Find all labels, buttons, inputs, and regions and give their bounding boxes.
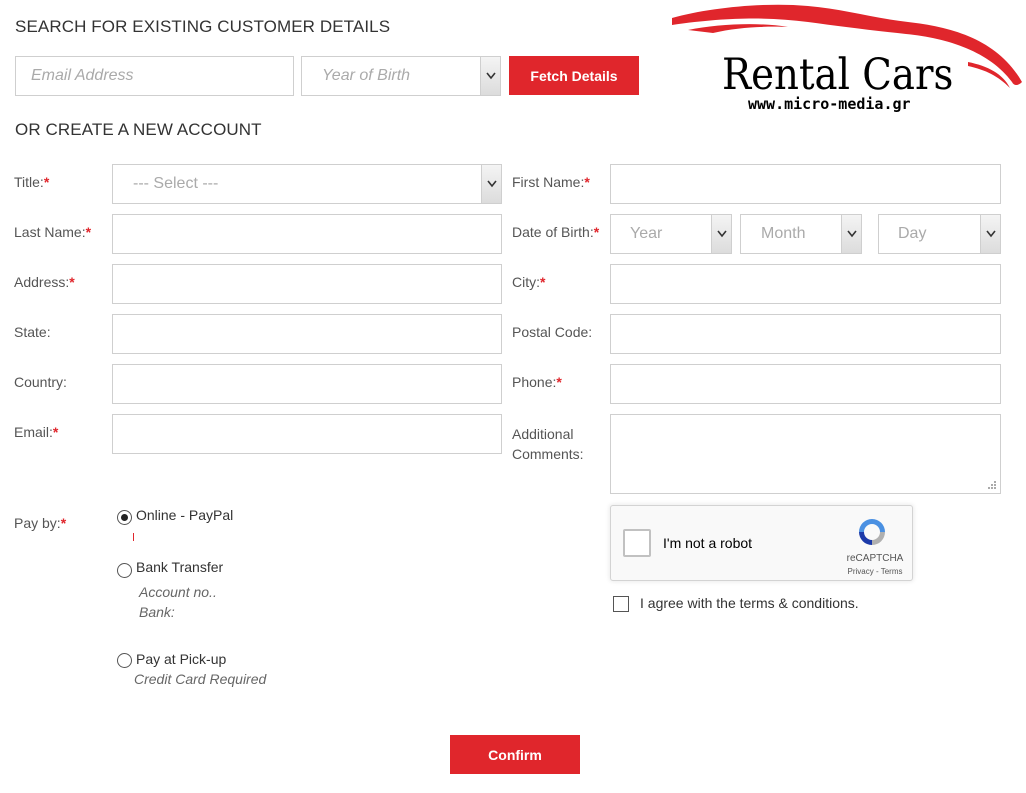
- country-label: Country:: [14, 374, 67, 390]
- paypal-option-label[interactable]: Online - PayPal: [136, 507, 233, 523]
- postal-code-input[interactable]: [610, 314, 1001, 354]
- chevron-down-icon: [711, 215, 731, 253]
- pay-by-label: Pay by:*: [14, 515, 67, 531]
- search-yob-placeholder: Year of Birth: [322, 67, 411, 84]
- last-name-label: Last Name:*: [14, 224, 92, 240]
- state-input[interactable]: [112, 314, 502, 354]
- recaptcha-label: I'm not a robot: [663, 535, 753, 551]
- country-input[interactable]: [112, 364, 502, 404]
- resize-grip-icon[interactable]: [987, 480, 997, 490]
- rental-cars-logo: Rental Cars www.micro-media.gr: [668, 0, 1026, 118]
- title-placeholder: --- Select ---: [133, 175, 219, 192]
- comments-label-line1: Additional: [512, 426, 574, 442]
- email-label: Email:*: [14, 424, 59, 440]
- bank-transfer-option-label[interactable]: Bank Transfer: [136, 559, 223, 575]
- title-label: Title:*: [14, 174, 50, 190]
- state-label: State:: [14, 324, 51, 340]
- recaptcha-checkbox[interactable]: [623, 529, 651, 557]
- fetch-details-button[interactable]: Fetch Details: [509, 56, 639, 95]
- dob-label: Date of Birth:*: [512, 224, 600, 240]
- comments-label-line2: Comments:: [512, 446, 584, 462]
- recaptcha-links[interactable]: Privacy - Terms: [839, 567, 911, 576]
- search-email-input[interactable]: Email Address: [15, 56, 294, 96]
- chevron-down-icon: [480, 57, 500, 95]
- dob-day-select[interactable]: Day: [878, 214, 1001, 254]
- bank-transfer-radio[interactable]: [117, 563, 132, 578]
- pay-at-pickup-option-label[interactable]: Pay at Pick-up: [136, 651, 226, 667]
- recaptcha-logo-icon: [859, 519, 885, 545]
- chevron-down-icon: [980, 215, 1000, 253]
- dob-year-select[interactable]: Year: [610, 214, 732, 254]
- bank-name-note: Bank:: [139, 604, 175, 620]
- comments-label: Additional Comments:: [512, 424, 584, 464]
- dob-month-select[interactable]: Month: [740, 214, 862, 254]
- terms-label[interactable]: I agree with the terms & conditions.: [640, 595, 859, 611]
- terms-checkbox[interactable]: [613, 596, 629, 612]
- logo-title: Rental Cars: [722, 50, 954, 100]
- comments-textarea[interactable]: [610, 414, 1001, 494]
- create-account-heading: OR CREATE A NEW ACCOUNT: [15, 120, 262, 139]
- bank-account-note: Account no..: [139, 584, 217, 600]
- paypal-note-mark: [133, 533, 134, 541]
- credit-card-note: Credit Card Required: [134, 671, 267, 687]
- recaptcha-widget: I'm not a robot reCAPTCHA Privacy - Term…: [610, 505, 913, 581]
- postal-code-label: Postal Code:: [512, 324, 593, 340]
- search-heading: SEARCH FOR EXISTING CUSTOMER DETAILS: [15, 17, 391, 36]
- address-label: Address:*: [14, 274, 75, 290]
- paypal-radio[interactable]: [117, 510, 132, 525]
- search-yob-select[interactable]: Year of Birth: [301, 56, 501, 96]
- address-input[interactable]: [112, 264, 502, 304]
- chevron-down-icon: [481, 165, 501, 203]
- search-email-placeholder: Email Address: [31, 67, 134, 84]
- pay-at-pickup-radio[interactable]: [117, 653, 132, 668]
- phone-input[interactable]: [610, 364, 1001, 404]
- last-name-input[interactable]: [112, 214, 502, 254]
- confirm-button[interactable]: Confirm: [450, 735, 580, 774]
- chevron-down-icon: [841, 215, 861, 253]
- email-input[interactable]: [112, 414, 502, 454]
- first-name-input[interactable]: [610, 164, 1001, 204]
- first-name-label: First Name:*: [512, 174, 590, 190]
- dob-month-placeholder: Month: [761, 225, 806, 242]
- phone-label: Phone:*: [512, 374, 562, 390]
- dob-day-placeholder: Day: [898, 225, 927, 242]
- dob-year-placeholder: Year: [630, 225, 663, 242]
- city-label: City:*: [512, 274, 546, 290]
- logo-url: www.micro-media.gr: [748, 95, 911, 113]
- recaptcha-brand: reCAPTCHA: [846, 553, 904, 564]
- city-input[interactable]: [610, 264, 1001, 304]
- title-select[interactable]: --- Select ---: [112, 164, 502, 204]
